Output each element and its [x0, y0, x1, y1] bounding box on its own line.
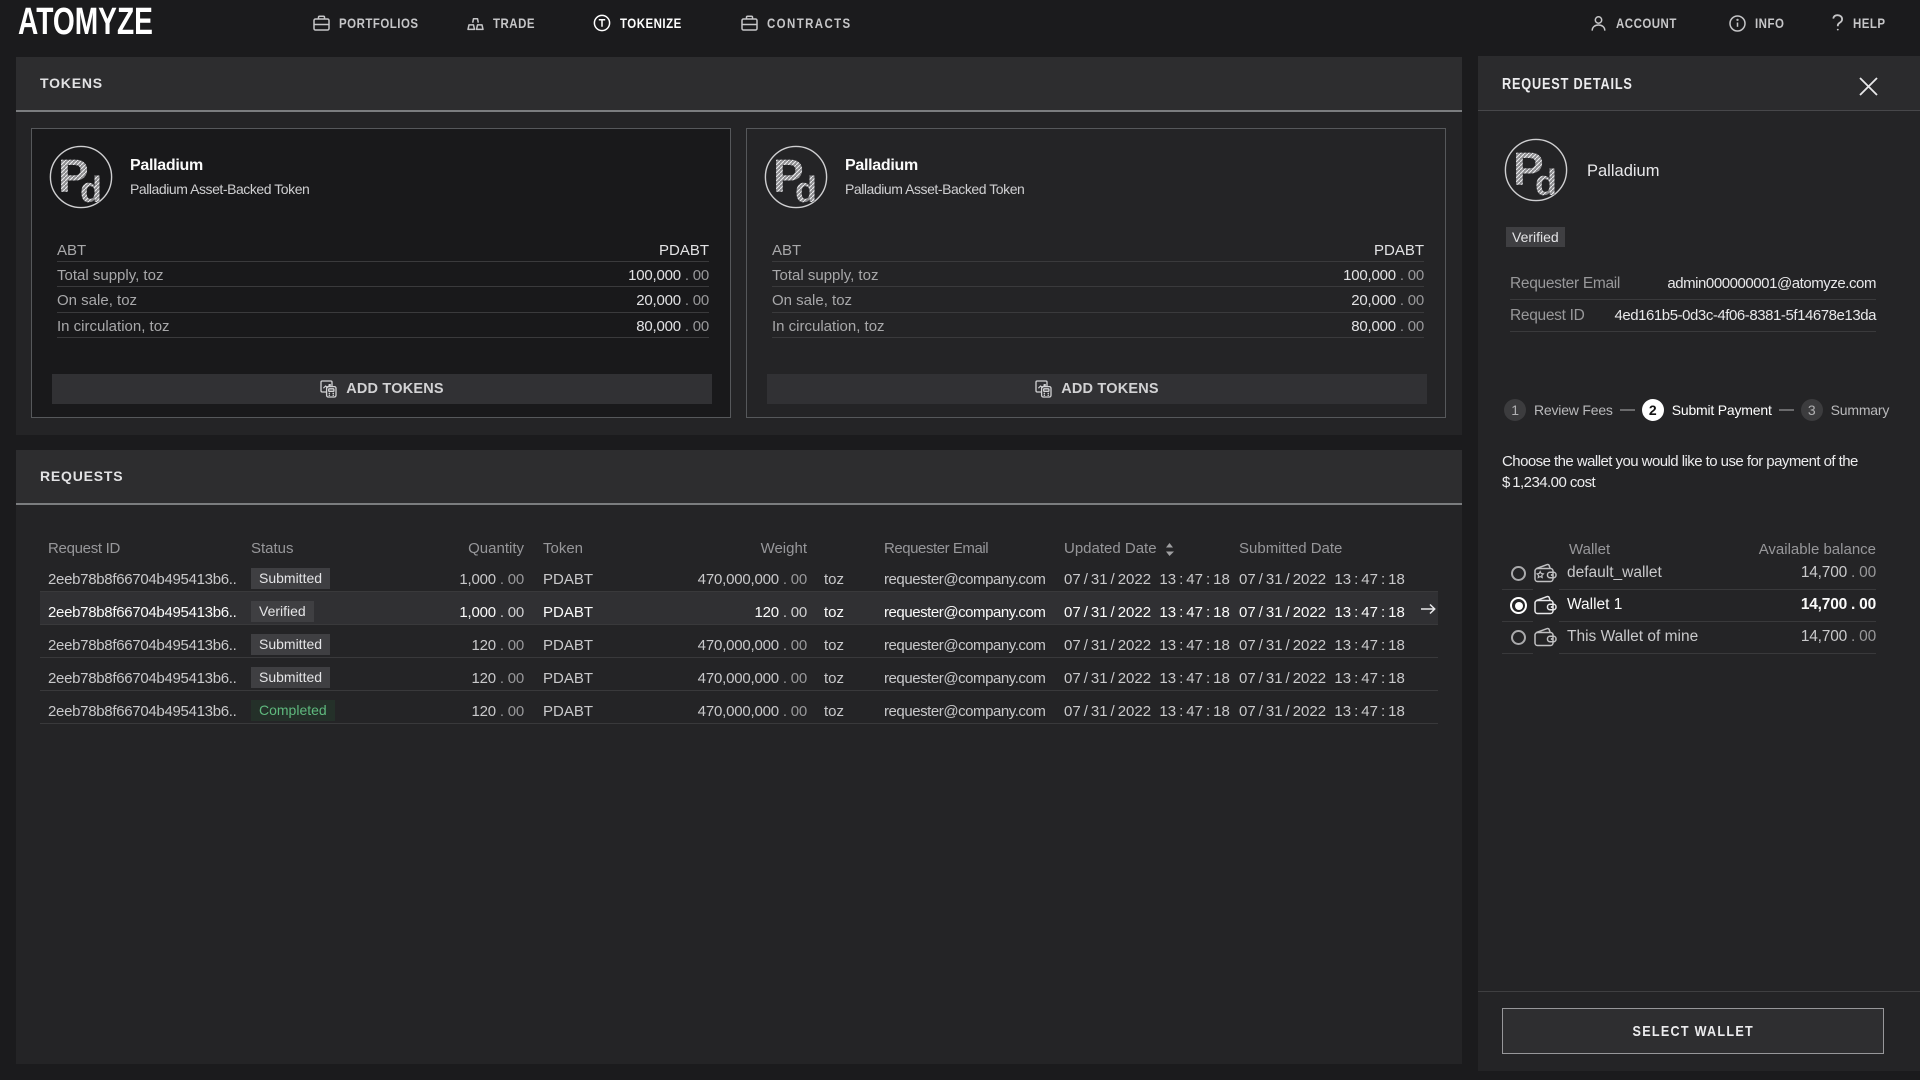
svg-text:d: d — [795, 169, 817, 209]
svg-text:d: d — [1535, 162, 1557, 202]
svg-text:d: d — [80, 169, 102, 209]
